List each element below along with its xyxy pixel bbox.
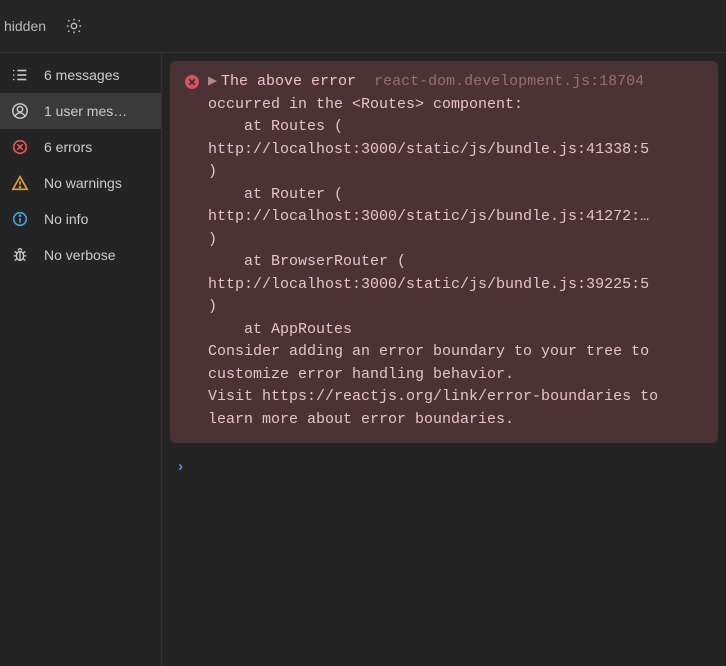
console-content: ▶The above error react-dom.development.j… <box>162 53 726 666</box>
expand-caret-icon[interactable]: ▶ <box>208 73 217 90</box>
visit-prefix: Visit <box>208 388 262 405</box>
sidebar-item-verbose[interactable]: No verbose <box>0 237 161 273</box>
docs-link[interactable]: https://reactjs.org/link/error-boundarie… <box>262 388 631 405</box>
sidebar-item-label: No warnings <box>44 175 151 191</box>
stack-link[interactable]: http://localhost:3000/static/js/bundle.j… <box>208 141 649 158</box>
info-icon <box>10 209 30 229</box>
gear-icon[interactable] <box>64 16 84 36</box>
error-message[interactable]: ▶The above error react-dom.development.j… <box>170 61 718 443</box>
stack-line: ) <box>208 229 704 252</box>
stack-line: at BrowserRouter ( <box>208 251 704 274</box>
stack-line: ) <box>208 161 704 184</box>
stack-link[interactable]: http://localhost:3000/static/js/bundle.j… <box>208 208 649 225</box>
error-advice: Consider adding an error boundary to you… <box>208 341 704 386</box>
toolbar: hidden <box>0 0 726 52</box>
error-source[interactable]: react-dom.development.js:18704 <box>374 73 644 90</box>
filter-sidebar: 6 messages 1 user mes… 6 errors <box>0 53 162 666</box>
sidebar-item-label: No info <box>44 211 151 227</box>
error-badge-icon <box>184 74 200 90</box>
stack-link[interactable]: http://localhost:3000/static/js/bundle.j… <box>208 276 649 293</box>
sidebar-item-errors[interactable]: 6 errors <box>0 129 161 165</box>
sidebar-item-label: 1 user mes… <box>44 103 151 119</box>
error-icon <box>10 137 30 157</box>
user-icon <box>10 101 30 121</box>
error-visit-line: Visit https://reactjs.org/link/error-bou… <box>208 386 704 431</box>
warning-icon <box>10 173 30 193</box>
chevron-right-icon: › <box>176 459 185 476</box>
stack-line: at Router ( <box>208 184 704 207</box>
error-line: occurred in the <Routes> component: <box>208 94 704 117</box>
error-header: ▶The above error react-dom.development.j… <box>208 71 704 94</box>
main-pane: 6 messages 1 user mes… 6 errors <box>0 52 726 666</box>
sidebar-item-label: No verbose <box>44 247 151 263</box>
bug-icon <box>10 245 30 265</box>
stack-line: at Routes ( <box>208 116 704 139</box>
console-prompt[interactable]: › <box>162 451 726 486</box>
sidebar-item-info[interactable]: No info <box>0 201 161 237</box>
sidebar-item-label: 6 errors <box>44 139 151 155</box>
sidebar-item-label: 6 messages <box>44 67 151 83</box>
list-icon <box>10 65 30 85</box>
sidebar-item-messages[interactable]: 6 messages <box>0 57 161 93</box>
error-title: The above error <box>221 73 356 90</box>
filter-hidden-label: hidden <box>0 18 46 34</box>
stack-line: at AppRoutes <box>208 319 704 342</box>
stack-line: ) <box>208 296 704 319</box>
sidebar-item-user-messages[interactable]: 1 user mes… <box>0 93 161 129</box>
sidebar-item-warnings[interactable]: No warnings <box>0 165 161 201</box>
